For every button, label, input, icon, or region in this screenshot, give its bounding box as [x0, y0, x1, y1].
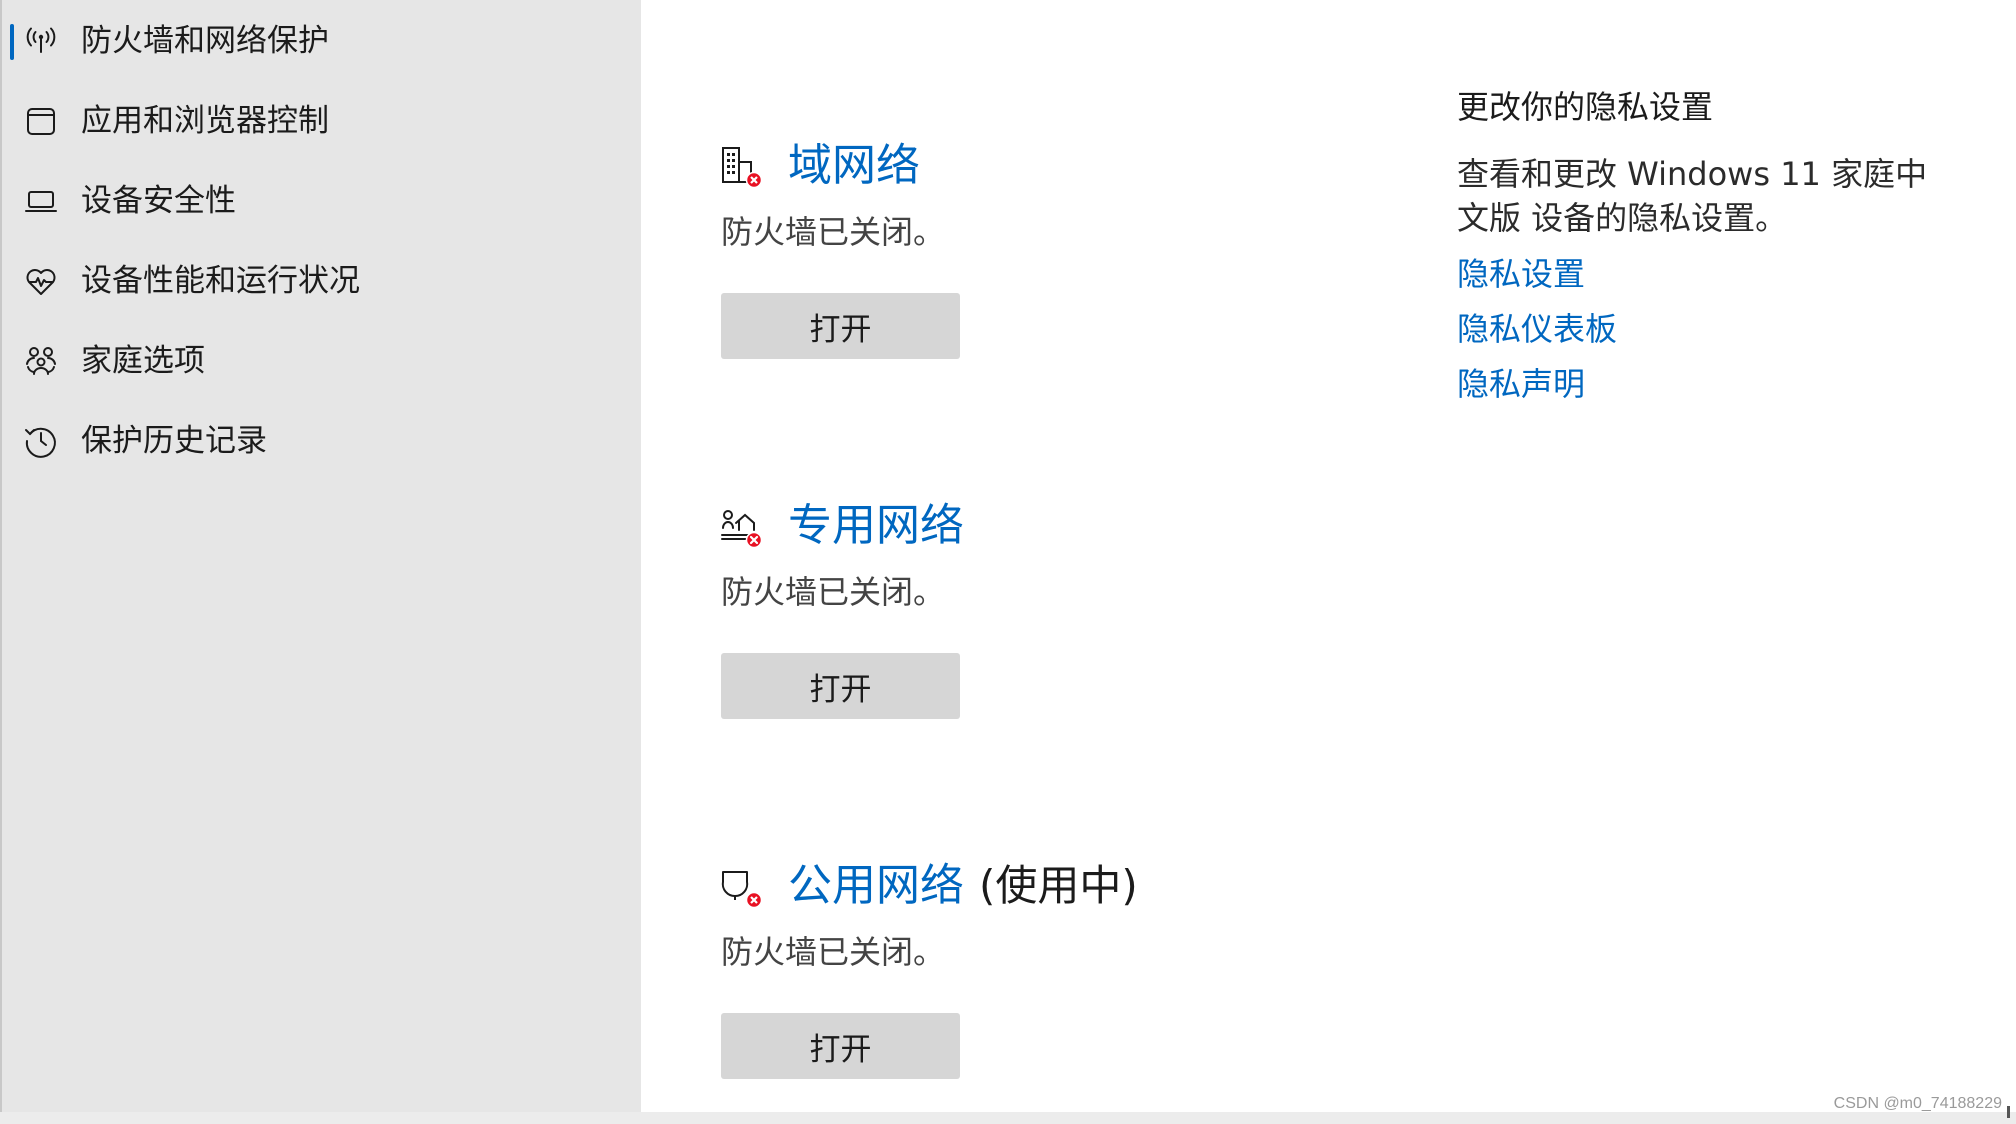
private-network-error-icon — [720, 506, 764, 550]
firewall-status-text: 防火墙已关闭。 — [721, 213, 946, 251]
sidebar-item-device-health[interactable]: 设备性能和运行状况 — [0, 250, 641, 310]
sidebar-item-label: 设备性能和运行状况 — [81, 263, 360, 299]
firewall-status-text: 防火墙已关闭。 — [721, 933, 946, 971]
sidebar-item-label: 保护历史记录 — [81, 423, 267, 459]
laptop-icon — [22, 182, 60, 220]
windows-security-window: 防火墙和网络保护 应用和浏览器控制 设备安全性 设备性能和运行状况 家庭选项 保… — [0, 0, 2016, 1124]
firewall-status-text: 防火墙已关闭。 — [721, 573, 946, 611]
privacy-heading: 更改你的隐私设置 — [1457, 88, 1714, 126]
family-icon — [22, 342, 60, 380]
horizontal-scrollbar[interactable] — [0, 1112, 2016, 1124]
turn-on-button[interactable]: 打开 — [721, 653, 960, 719]
resize-grip[interactable] — [2007, 1106, 2010, 1118]
public-network-section: 公用网络 (使用中) 防火墙已关闭。 打开 — [720, 860, 1440, 1124]
privacy-statement-link[interactable]: 隐私声明 — [1457, 362, 1585, 406]
public-network-error-icon — [720, 866, 764, 910]
private-network-section: 专用网络 防火墙已关闭。 打开 — [720, 500, 1440, 806]
antenna-icon — [22, 22, 60, 60]
privacy-dashboard-link[interactable]: 隐私仪表板 — [1457, 307, 1617, 351]
sidebar-item-family-options[interactable]: 家庭选项 — [0, 330, 641, 390]
privacy-description: 查看和更改 Windows 11 家庭中文版 设备的隐私设置。 — [1457, 155, 1928, 237]
sidebar-item-label: 应用和浏览器控制 — [81, 103, 329, 139]
sidebar-item-firewall[interactable]: 防火墙和网络保护 — [0, 10, 641, 70]
sidebar-item-label: 设备安全性 — [81, 183, 236, 219]
sidebar-item-app-browser-control[interactable]: 应用和浏览器控制 — [0, 90, 641, 150]
heart-pulse-icon — [22, 262, 60, 300]
sidebar-item-label: 防火墙和网络保护 — [81, 23, 329, 59]
privacy-settings-link[interactable]: 隐私设置 — [1457, 252, 1585, 296]
turn-on-button[interactable]: 打开 — [721, 1013, 960, 1079]
sidebar-edge — [0, 0, 2, 1112]
browser-window-icon — [22, 102, 60, 140]
public-network-link[interactable]: 公用网络 — [788, 856, 964, 916]
history-icon — [22, 422, 60, 460]
turn-on-button[interactable]: 打开 — [721, 293, 960, 359]
sidebar-item-protection-history[interactable]: 保护历史记录 — [0, 410, 641, 470]
sidebar-item-device-security[interactable]: 设备安全性 — [0, 170, 641, 230]
selected-indicator — [10, 24, 14, 60]
domain-network-link[interactable]: 域网络 — [788, 136, 920, 196]
private-network-link[interactable]: 专用网络 — [788, 496, 964, 556]
sidebar-item-label: 家庭选项 — [81, 343, 205, 379]
domain-network-section: 域网络 防火墙已关闭。 打开 — [720, 140, 1440, 446]
domain-network-error-icon — [720, 146, 764, 190]
in-use-label: (使用中) — [979, 861, 1138, 910]
sidebar-nav: 防火墙和网络保护 应用和浏览器控制 设备安全性 设备性能和运行状况 家庭选项 保… — [0, 0, 641, 1112]
watermark: CSDN @m0_74188229 — [1833, 1095, 2002, 1112]
